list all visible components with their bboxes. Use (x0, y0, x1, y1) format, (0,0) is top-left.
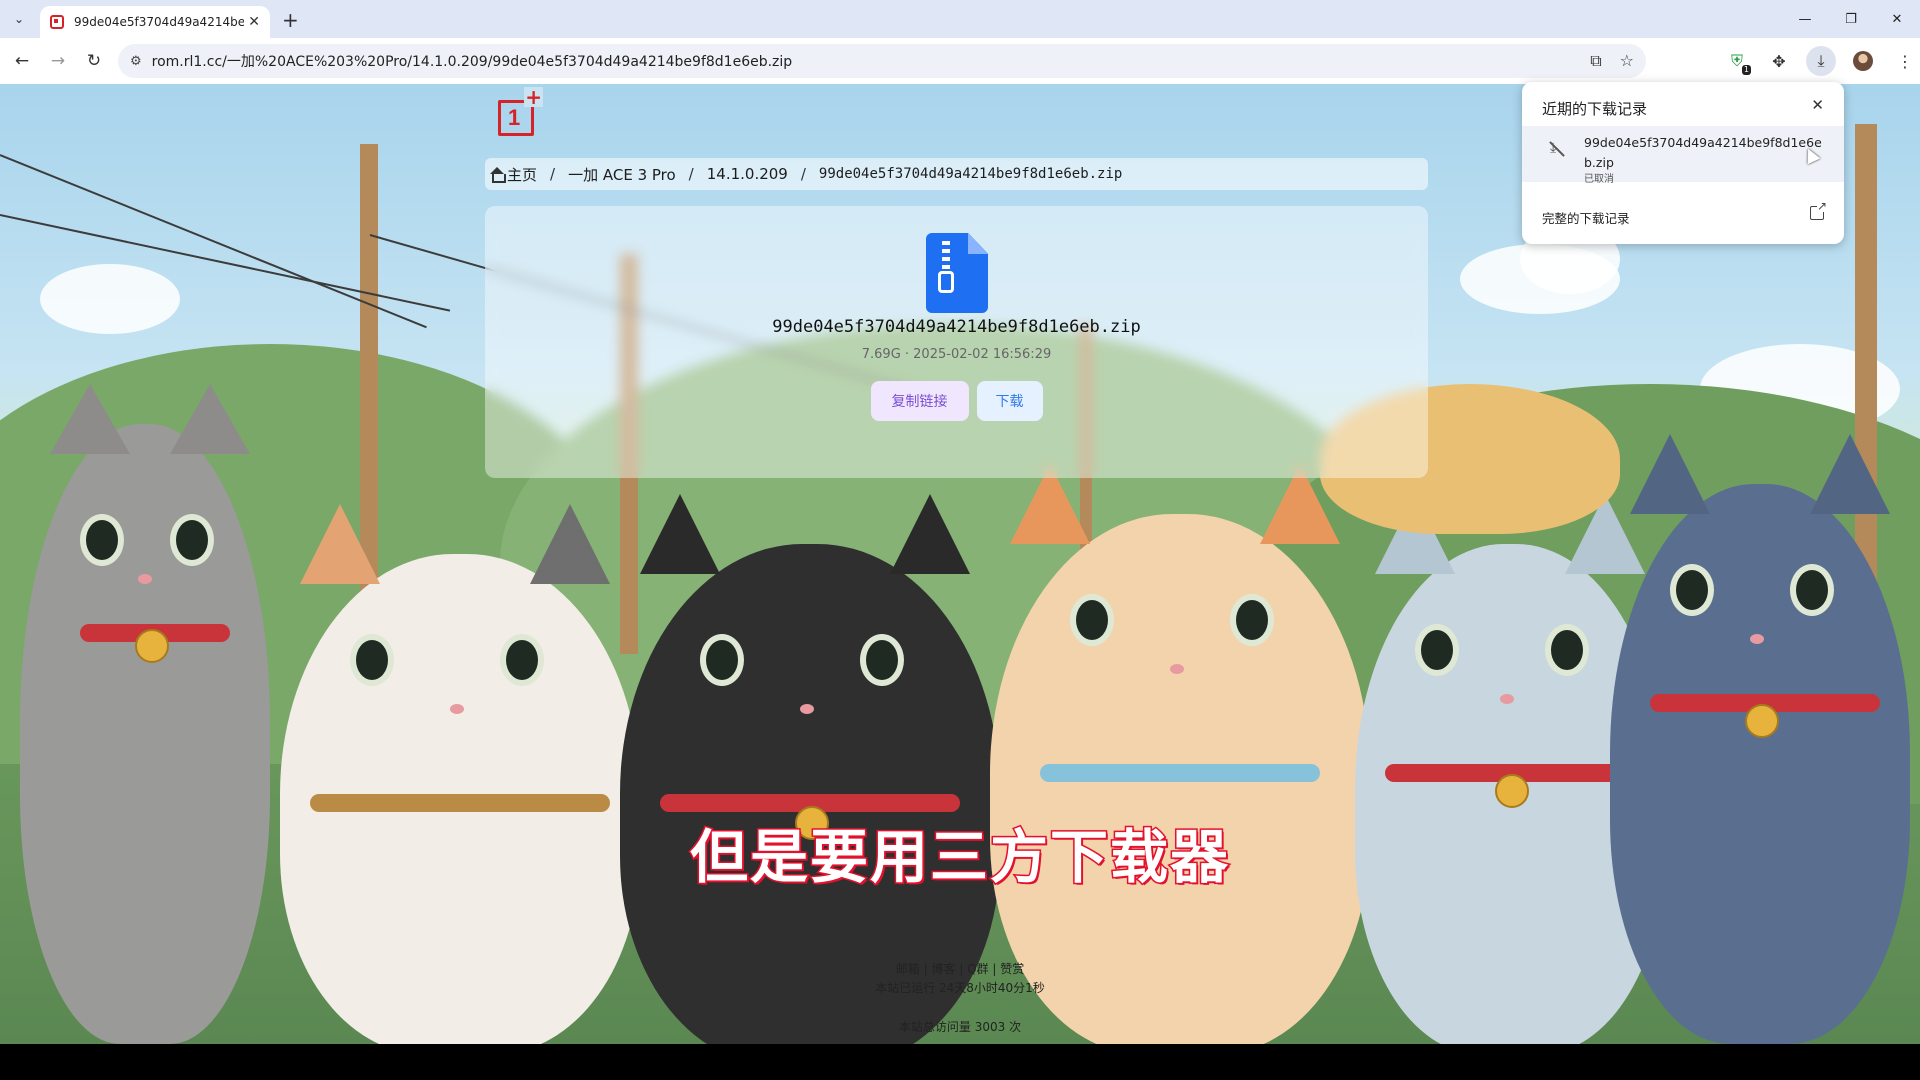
tab-title: 99de04e5f3704d49a4214be9f8d1e6eb.zip (74, 15, 244, 29)
arrow-right-icon: → (50, 51, 66, 71)
reload-icon: ↻ (86, 51, 102, 71)
install-app-icon[interactable]: ⧉ (1590, 51, 1601, 71)
minimize-button[interactable]: — (1782, 0, 1828, 38)
extension-badge: 1 (1741, 65, 1751, 75)
breadcrumb-version[interactable]: 14.1.0.209 (707, 165, 788, 183)
file-name: 99de04e5f3704d49a4214be9f8d1e6eb.zip (772, 317, 1141, 337)
full-download-history-link[interactable]: 完整的下载记录 (1542, 208, 1630, 227)
file-meta: 7.69G · 2025-02-02 16:56:29 (861, 347, 1052, 362)
plus-icon: + (282, 8, 299, 32)
address-bar[interactable]: ⚙ rom.rl1.cc/一加%20ACE%203%20Pro/14.1.0.2… (118, 44, 1646, 78)
download-cancelled-icon: ⤓ (1550, 140, 1557, 156)
open-external-icon[interactable] (1810, 200, 1827, 220)
minimize-icon: — (1798, 11, 1812, 27)
download-item-filename: 99de04e5f3704d49a4214be9f8d1e6eb.zip (1584, 135, 1822, 170)
puzzle-icon: ✥ (1772, 51, 1786, 71)
menu-button[interactable]: ⋮ (1890, 46, 1920, 76)
downloads-popup: 近期的下载记录 ✕ ⤓ 99de04e5f3704d49a4214be9f8d1… (1522, 82, 1844, 244)
breadcrumb-separator: / (688, 165, 694, 183)
oneplus-favicon-icon (50, 15, 64, 29)
browser-toolbar: ← → ↻ ⚙ rom.rl1.cc/一加%20ACE%203%20Pro/14… (0, 38, 1920, 84)
omnibox-actions: ⧉ ☆ (1590, 51, 1634, 71)
arrow-left-icon: ← (14, 51, 30, 71)
close-tab-icon[interactable]: ✕ (248, 14, 260, 30)
copy-link-button[interactable]: 复制链接 (870, 381, 969, 421)
download-icon: ⤓ (1817, 51, 1825, 70)
close-window-button[interactable]: ✕ (1874, 0, 1920, 38)
file-actions: 复制链接 下载 (485, 381, 1428, 421)
profile-button[interactable] (1848, 46, 1878, 76)
oneplus-logo-icon[interactable]: 1 (498, 87, 543, 136)
zip-file-icon (926, 233, 988, 313)
breadcrumb-device[interactable]: 一加 ACE 3 Pro (568, 164, 676, 185)
download-item-status: 已取消 (1584, 174, 1614, 185)
download-button[interactable]: 下载 (976, 381, 1043, 421)
file-card: 99de04e5f3704d49a4214be9f8d1e6eb.zip 7.6… (485, 206, 1428, 478)
footer-links[interactable]: 邮箱 | 博客 | Q群 | 赞赏 (0, 960, 1920, 977)
restore-button[interactable]: ❐ (1828, 0, 1874, 38)
breadcrumb-separator: / (550, 165, 556, 183)
close-icon[interactable]: ✕ (1811, 96, 1824, 114)
download-item[interactable]: ⤓ 99de04e5f3704d49a4214be9f8d1e6eb.zip 已… (1522, 126, 1844, 185)
forward-button[interactable]: → (44, 47, 72, 75)
tab-strip: ⌄ 99de04e5f3704d49a4214be9f8d1e6eb.zip ✕… (0, 0, 1920, 38)
extension-shield-button[interactable]: ⛨ 1 (1722, 46, 1752, 76)
video-subtitle: 但是要用三方下载器 (688, 822, 1230, 893)
toolbar-icons: ⛨ 1 ✥ ⤓ ⋮ (1722, 46, 1920, 76)
footer-visits: 本站总访问量 3003 次 (898, 1020, 1022, 1034)
star-icon[interactable]: ☆ (1620, 51, 1634, 71)
active-tab[interactable]: 99de04e5f3704d49a4214be9f8d1e6eb.zip ✕ (40, 6, 270, 38)
breadcrumb-separator: / (800, 165, 806, 183)
chevron-down-icon: ⌄ (13, 12, 25, 26)
downloads-button[interactable]: ⤓ (1806, 46, 1836, 76)
more-vert-icon: ⋮ (1897, 51, 1913, 71)
downloads-popup-title: 近期的下载记录 (1542, 100, 1648, 118)
breadcrumb: 主页 / 一加 ACE 3 Pro / 14.1.0.209 / 99de04e… (485, 158, 1428, 190)
home-icon (489, 167, 506, 183)
restore-icon: ❐ (1845, 11, 1857, 27)
close-icon: ✕ (1891, 11, 1903, 27)
tune-icon[interactable]: ⚙ (130, 54, 142, 69)
extensions-button[interactable]: ✥ (1764, 46, 1794, 76)
window-controls: — ❐ ✕ (1782, 0, 1920, 38)
back-button[interactable]: ← (8, 47, 36, 75)
reload-button[interactable]: ↻ (80, 47, 108, 75)
url-text: rom.rl1.cc/一加%20ACE%203%20Pro/14.1.0.209… (151, 54, 793, 70)
letterbox-bar (0, 1044, 1920, 1080)
tab-search-button[interactable]: ⌄ (8, 8, 30, 30)
avatar (1853, 51, 1873, 71)
breadcrumb-file[interactable]: 99de04e5f3704d49a4214be9f8d1e6eb.zip (819, 166, 1122, 182)
breadcrumb-home[interactable]: 主页 (507, 164, 537, 185)
footer-uptime: 本站已运行 24天8小时40分1秒 (875, 981, 1045, 995)
new-tab-button[interactable]: + (282, 8, 299, 32)
